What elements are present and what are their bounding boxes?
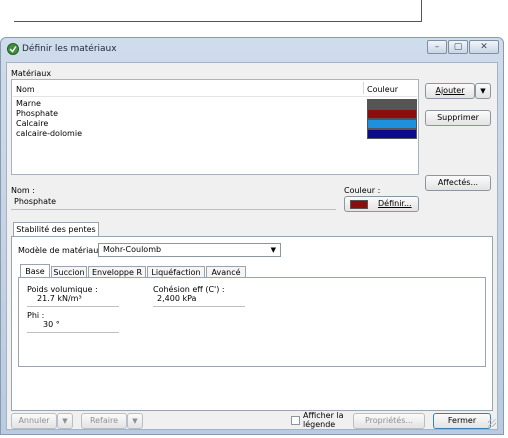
show-legend-line1: Afficher la [303, 411, 344, 420]
define-label: Définir... [378, 199, 412, 208]
materials-list[interactable]: Nom Couleur Marne Phosphate Calcaire calcai… [11, 79, 419, 175]
material-color-swatch [367, 109, 417, 119]
add-dropdown-button[interactable]: ▼ [475, 83, 491, 99]
material-color-swatch [367, 99, 417, 109]
redo-dropdown-button[interactable]: ▼ [127, 413, 143, 429]
dialog-client-area: Matériaux Nom Couleur Marne Phosphate Calc… [6, 62, 498, 430]
material-model-select[interactable]: Mohr-Coulomb ▼ [98, 243, 281, 257]
close-button[interactable]: ✕ [469, 40, 499, 54]
material-name: calcaire-dolomie [16, 129, 82, 138]
window-title: Définir les matériaux [22, 44, 117, 54]
cohesion-label: Cohésion eff (C') : [153, 285, 225, 294]
material-row[interactable]: calcaire-dolomie [13, 129, 417, 139]
material-model-value: Mohr-Coulomb [103, 245, 162, 254]
name-field[interactable]: Phosphate [11, 197, 336, 210]
unit-weight-label: Poids volumique : [27, 285, 98, 294]
header-divider [13, 96, 417, 97]
define-color-button[interactable]: Définir... [344, 196, 419, 212]
add-button[interactable]: Ajouter [425, 83, 475, 99]
backdrop-vertical-line [421, 0, 422, 22]
cancel-dropdown-button[interactable]: ▼ [57, 413, 73, 429]
show-legend-line2: légende [303, 420, 336, 429]
resize-grip[interactable] [488, 419, 496, 427]
minimize-button[interactable]: – [427, 40, 447, 54]
phi-label: Phi : [27, 311, 45, 320]
phi-field[interactable]: 30 ° [27, 320, 119, 333]
unit-weight-field[interactable]: 21.7 kN/m³ [27, 294, 119, 307]
app-icon [7, 43, 19, 55]
delete-button[interactable]: Supprimer [425, 110, 491, 126]
maximize-button[interactable]: ▢ [448, 40, 468, 54]
material-row[interactable]: Marne [13, 99, 417, 109]
name-label: Nom : [11, 186, 35, 195]
material-color-swatch [367, 129, 417, 139]
redo-button[interactable]: Refaire [81, 413, 127, 429]
show-legend-checkbox[interactable] [291, 416, 300, 425]
cohesion-field[interactable]: 2,400 kPa [153, 294, 245, 307]
model-label: Modèle de matériau : [18, 246, 104, 255]
assigned-button[interactable]: Affectés... [425, 175, 491, 191]
title-bar[interactable]: Définir les matériaux – ▢ ✕ [1, 38, 503, 62]
material-row[interactable]: Calcaire [13, 119, 417, 129]
material-name: Marne [16, 99, 41, 108]
column-header-color[interactable]: Couleur [367, 85, 398, 94]
column-header-name[interactable]: Nom [16, 85, 35, 94]
base-tab-panel: Poids volumique : 21.7 kN/m³ Cohésion ef… [18, 277, 486, 367]
current-color-swatch [350, 200, 368, 209]
color-label: Couleur : [344, 186, 381, 195]
column-divider [363, 82, 364, 94]
close-dialog-button[interactable]: Fermer [433, 413, 491, 429]
properties-button[interactable]: Propriétés... [353, 413, 425, 429]
cancel-button[interactable]: Annuler [11, 413, 57, 429]
materials-group-label: Matériaux [11, 69, 52, 78]
material-color-swatch [367, 119, 417, 129]
chevron-down-icon: ▼ [270, 246, 276, 254]
backdrop-horizontal-line [14, 21, 421, 22]
tab-slope-stability[interactable]: Stabilité des pentes [13, 222, 99, 237]
material-row[interactable]: Phosphate [13, 109, 417, 119]
slope-stability-panel: Modèle de matériau : Mohr-Coulomb ▼ Base… [11, 236, 493, 411]
material-name: Phosphate [16, 109, 59, 118]
tab-base[interactable]: Base [20, 264, 50, 278]
define-materials-window: Définir les matériaux – ▢ ✕ Matériaux No… [0, 37, 504, 435]
material-name: Calcaire [16, 119, 49, 128]
show-legend-label[interactable]: Afficher la légende [303, 411, 344, 429]
